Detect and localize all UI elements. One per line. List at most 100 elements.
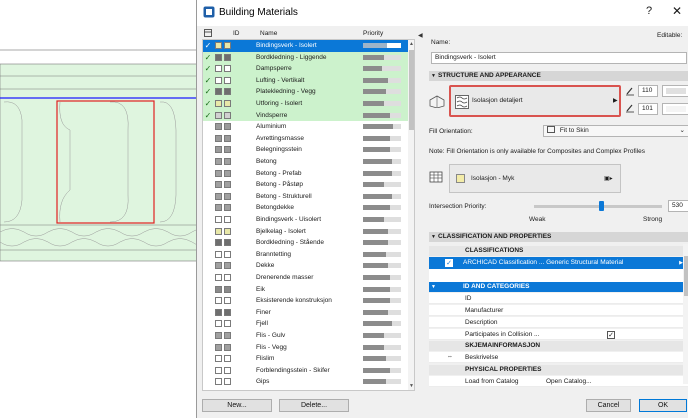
priority-fill: [363, 43, 387, 48]
list-item[interactable]: Bordkledning - Stående: [203, 237, 408, 249]
list-item[interactable]: Flis - Vegg: [203, 342, 408, 354]
material-fill-swatch: [224, 123, 231, 131]
list-item[interactable]: Aluminium: [203, 121, 408, 133]
material-name: Bordkledning - Liggende: [256, 53, 327, 61]
list-item[interactable]: Bindingsverk - Uisolert: [203, 214, 408, 226]
priority-bar: [363, 333, 401, 338]
checkmark-icon: ✓: [204, 41, 212, 50]
collapse-arrow-icon[interactable]: ◀: [418, 32, 423, 39]
list-scrollbar[interactable]: ▲ ▼: [408, 40, 414, 390]
list-item[interactable]: Betongdekke: [203, 202, 408, 214]
material-name: Avrettingsmasse: [256, 134, 304, 142]
intersection-priority-slider[interactable]: [534, 201, 662, 211]
list-item[interactable]: ✓ Lufting - Vertikalt: [203, 74, 408, 87]
drawing-canvas[interactable]: [0, 0, 210, 418]
property-row[interactable]: Participates in Collision ... ✓: [429, 329, 688, 340]
load-catalog-row[interactable]: Load from Catalog Open Catalog...: [429, 376, 688, 387]
fill-orientation-select[interactable]: Fit to Skin ⌄: [543, 125, 688, 137]
ok-button[interactable]: OK: [639, 399, 687, 412]
list-item[interactable]: ✓ Platekledning - Vegg: [203, 86, 408, 98]
panel-splitter[interactable]: ◀: [418, 26, 425, 418]
delete-button[interactable]: Delete...: [279, 399, 349, 412]
columns-icon[interactable]: [204, 29, 212, 39]
surface-picker[interactable]: Isolasjon - Myk ▣▸: [449, 164, 621, 193]
collision-checkbox[interactable]: ✓: [607, 331, 615, 339]
list-item[interactable]: ✓ Bordkledning - Liggende: [203, 51, 408, 64]
list-item[interactable]: Betong - Påstøp: [203, 179, 408, 191]
cancel-button[interactable]: Cancel: [586, 399, 631, 412]
list-item[interactable]: ✓ Vindsperre: [203, 109, 408, 122]
building-materials-dialog: Building Materials ? ✕ ID Name Priority …: [196, 0, 688, 418]
list-item[interactable]: Avrettingsmasse: [203, 133, 408, 145]
list-item[interactable]: ✓ Dampsperre: [203, 63, 408, 75]
property-row[interactable]: Description: [429, 317, 688, 328]
material-fill-swatch: [224, 274, 231, 281]
list-item[interactable]: ✓ Utforing - Isolert: [203, 98, 408, 110]
material-surface-swatch: [215, 65, 222, 73]
id-categories-header[interactable]: ▼ ID AND CATEGORIES: [429, 282, 688, 292]
open-catalog-link[interactable]: Open Catalog...: [546, 376, 592, 387]
material-fill-swatch: [224, 134, 231, 142]
material-fill-swatch: [224, 111, 231, 119]
column-header-priority[interactable]: Priority: [363, 30, 383, 37]
slider-thumb[interactable]: [599, 201, 605, 211]
priority-bar: [363, 217, 401, 222]
beskrivelse-row[interactable]: ⇔ Beskrivelse: [429, 352, 688, 363]
scroll-up-icon[interactable]: ▲: [408, 41, 414, 47]
priority-fill: [363, 298, 390, 304]
list-item[interactable]: Flislim: [203, 353, 408, 365]
classification-row[interactable]: ✓ ARCHICAD Classification ... Generic St…: [429, 257, 688, 269]
list-item[interactable]: Branntetting: [203, 249, 408, 261]
close-icon[interactable]: ✕: [671, 4, 683, 18]
foreground-pen-swatch[interactable]: [662, 85, 688, 97]
background-pen-swatch[interactable]: [662, 103, 688, 115]
background-pen-field[interactable]: 101: [638, 103, 658, 115]
priority-bar: [363, 240, 401, 246]
foreground-pen-field[interactable]: 110: [638, 85, 658, 97]
list-item[interactable]: Finer: [203, 307, 408, 319]
property-row[interactable]: Manufacturer: [429, 305, 688, 316]
name-field[interactable]: Bindingsverk - Isolert: [431, 52, 687, 64]
list-item[interactable]: Bjelkelag - Isolert: [203, 226, 408, 238]
list-item[interactable]: Gips: [203, 376, 408, 388]
help-icon[interactable]: ?: [643, 5, 655, 17]
list-item[interactable]: Eik: [203, 284, 408, 296]
list-item[interactable]: ✓ Bindingsverk - Isolert: [203, 40, 408, 52]
list-item[interactable]: Betong: [203, 156, 408, 168]
list-item[interactable]: Forblendingsstein - Skifer: [203, 365, 408, 377]
spacer: [429, 269, 688, 282]
priority-bar: [363, 54, 401, 60]
list-item[interactable]: Dekke: [203, 260, 408, 272]
scroll-thumb[interactable]: [409, 50, 414, 130]
list-item[interactable]: Flis - Gulv: [203, 330, 408, 342]
properties-scrollbar[interactable]: [683, 244, 688, 384]
fill-picker[interactable]: Isolasjon detaljert ▶: [449, 85, 621, 117]
properties-scroll-thumb[interactable]: [684, 256, 688, 296]
material-name: Flislim: [256, 355, 275, 363]
intersection-priority-field[interactable]: 530: [668, 200, 688, 212]
material-fill-swatch: [224, 76, 231, 84]
new-button[interactable]: New...: [202, 399, 272, 412]
list-item[interactable]: Fjell: [203, 318, 408, 330]
material-fill-swatch: [224, 297, 231, 305]
list-item[interactable]: Belegningsstein: [203, 144, 408, 156]
material-name: Flis - Vegg: [256, 343, 287, 351]
list-item[interactable]: Betong - Prefab: [203, 168, 408, 180]
material-fill-swatch: [224, 320, 231, 328]
classification-value: ARCHICAD Classification ... Generic Stru…: [463, 259, 624, 266]
list-item[interactable]: Drenerende masser: [203, 272, 408, 284]
property-row[interactable]: ID: [429, 293, 688, 304]
priority-bar: [363, 228, 401, 234]
column-header-name[interactable]: Name: [260, 30, 277, 37]
materials-list[interactable]: ✓ Bindingsverk - Isolert ✓ Bordkledning - L…: [202, 39, 415, 391]
list-item[interactable]: Betong - Strukturell: [203, 191, 408, 203]
priority-bar: [363, 89, 401, 95]
scroll-down-icon[interactable]: ▼: [408, 383, 414, 389]
list-item[interactable]: Eksisterende konstruksjon: [203, 295, 408, 307]
checkmark-icon: ✓: [204, 64, 212, 74]
material-name: Bjelkelag - Isolert: [256, 227, 306, 235]
classification-properties-section[interactable]: ▼ CLASSIFICATION AND PROPERTIES: [429, 232, 688, 242]
checkbox-icon[interactable]: ✓: [445, 259, 453, 267]
structure-appearance-section[interactable]: ▼ STRUCTURE AND APPEARANCE: [429, 71, 688, 81]
column-header-id[interactable]: ID: [233, 30, 240, 37]
